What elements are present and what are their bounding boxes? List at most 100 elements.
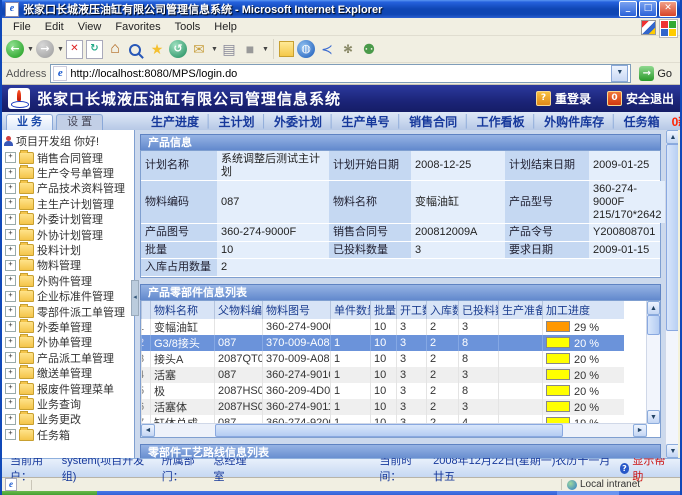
tree-item-9[interactable]: +企业标准件管理 bbox=[2, 289, 134, 304]
expand-plus-icon[interactable]: + bbox=[5, 275, 16, 286]
expand-plus-icon[interactable]: + bbox=[5, 152, 16, 163]
parts-horizontal-scrollbar[interactable]: ◄ ► bbox=[141, 423, 647, 437]
tree-item-6[interactable]: +投料计划 bbox=[2, 242, 134, 257]
refresh-button[interactable]: ↻ bbox=[86, 40, 103, 59]
expand-plus-icon[interactable]: + bbox=[5, 245, 16, 256]
tool-arrow-icon[interactable]: ≺ bbox=[318, 41, 336, 58]
expand-plus-icon[interactable]: + bbox=[5, 291, 16, 302]
menu-item-file[interactable]: File bbox=[6, 20, 38, 34]
tree-item-18[interactable]: +任务箱 bbox=[2, 427, 134, 442]
menu-item-help[interactable]: Help bbox=[207, 20, 244, 34]
nav-item-7[interactable]: 任务箱 bbox=[618, 113, 666, 130]
tree-item-14[interactable]: +缴送单管理 bbox=[2, 365, 134, 380]
parts-hscroll-thumb[interactable] bbox=[215, 424, 563, 437]
tree-item-0[interactable]: +销售合同管理 bbox=[2, 150, 134, 165]
address-input[interactable]: e http://localhost:8080/MPS/login.do ▼ bbox=[50, 64, 631, 83]
expand-plus-icon[interactable]: + bbox=[5, 260, 16, 271]
expand-plus-icon[interactable]: + bbox=[5, 368, 16, 379]
back-button[interactable]: ← bbox=[6, 40, 24, 58]
expand-plus-icon[interactable]: + bbox=[5, 337, 16, 348]
back-dropdown-icon[interactable]: ▼ bbox=[27, 46, 33, 53]
nav-item-0[interactable]: 生产进度 bbox=[145, 113, 205, 130]
table-row[interactable]: 1变幅油缸360-274-9000F1032329 % bbox=[142, 319, 624, 335]
tree-item-7[interactable]: +物料管理 bbox=[2, 258, 134, 273]
tree-item-8[interactable]: +外购件管理 bbox=[2, 273, 134, 288]
mail-icon[interactable]: ✉ bbox=[190, 41, 208, 58]
tree-item-15[interactable]: +报废件管理菜单 bbox=[2, 381, 134, 396]
mail-dropdown-icon[interactable]: ▼ bbox=[211, 46, 217, 53]
menu-item-favorites[interactable]: Favorites bbox=[108, 20, 167, 34]
tree-item-17[interactable]: +业务更改 bbox=[2, 412, 134, 427]
tree-item-5[interactable]: +外协计划管理 bbox=[2, 227, 134, 242]
stop-button[interactable]: ✕ bbox=[66, 40, 83, 59]
tree-item-16[interactable]: +业务查询 bbox=[2, 396, 134, 411]
tree-item-2[interactable]: +产品技术资料管理 bbox=[2, 181, 134, 196]
search-icon[interactable] bbox=[129, 44, 141, 56]
history-icon[interactable]: ↺ bbox=[169, 40, 187, 58]
table-row[interactable]: 5极2087HS002360-209-4D01011032820 % bbox=[142, 383, 624, 399]
forward-dropdown-icon[interactable]: ▼ bbox=[57, 46, 63, 53]
expand-plus-icon[interactable]: + bbox=[5, 229, 16, 240]
tree-item-11[interactable]: +外委单管理 bbox=[2, 319, 134, 334]
expand-plus-icon[interactable]: + bbox=[5, 214, 16, 225]
edit-icon[interactable]: ■ bbox=[241, 41, 259, 57]
table-row[interactable]: 3接头A2087QT002370-009-A085011032820 % bbox=[142, 351, 624, 367]
sidebar-collapse-handle[interactable]: ◂ bbox=[131, 280, 139, 316]
expand-plus-icon[interactable]: + bbox=[5, 352, 16, 363]
nav-item-5[interactable]: 工作看板 bbox=[471, 113, 531, 130]
address-dropdown-icon[interactable]: ▼ bbox=[611, 65, 628, 82]
expand-plus-icon[interactable]: + bbox=[5, 429, 16, 440]
bug-tool-icon[interactable]: 🞷 bbox=[339, 39, 357, 60]
forward-button[interactable]: → bbox=[36, 40, 54, 58]
expand-plus-icon[interactable]: + bbox=[5, 306, 16, 317]
expand-plus-icon[interactable]: + bbox=[5, 414, 16, 425]
nav-item-1[interactable]: 主计划 bbox=[213, 113, 261, 130]
tree-item-4[interactable]: +外委计划管理 bbox=[2, 212, 134, 227]
nav-item-3[interactable]: 生产单号 bbox=[336, 113, 396, 130]
favorites-star-icon[interactable]: ★ bbox=[148, 41, 166, 58]
relogin-button[interactable]: ? 重登录 bbox=[536, 90, 591, 107]
tree-item-12[interactable]: +外协单管理 bbox=[2, 335, 134, 350]
logout-button[interactable]: 0 安全退出 bbox=[607, 90, 674, 107]
expand-plus-icon[interactable]: + bbox=[5, 168, 16, 179]
parts-scroll-up-icon[interactable]: ▲ bbox=[647, 301, 660, 315]
parts-vertical-scrollbar[interactable]: ▲ ▼ bbox=[646, 301, 660, 424]
print-icon[interactable]: ▤ bbox=[220, 41, 238, 58]
expand-plus-icon[interactable]: + bbox=[5, 383, 16, 394]
tree-item-13[interactable]: +产品派工单管理 bbox=[2, 350, 134, 365]
brand-icon[interactable] bbox=[641, 20, 656, 35]
maximize-button[interactable]: □ bbox=[639, 1, 657, 17]
parts-scroll-thumb[interactable] bbox=[647, 315, 660, 335]
go-button[interactable]: → Go bbox=[635, 66, 676, 81]
nav-item-6[interactable]: 外购件库存 bbox=[538, 113, 610, 130]
globe-tool-icon[interactable]: ◍ bbox=[297, 40, 315, 58]
tree-item-10[interactable]: +零部件派工单管理 bbox=[2, 304, 134, 319]
minimize-button[interactable]: _ bbox=[619, 1, 637, 17]
tree-item-3[interactable]: +主生产计划管理 bbox=[2, 196, 134, 211]
home-button[interactable]: ⌂ bbox=[106, 40, 124, 58]
nav-item-2[interactable]: 外委计划 bbox=[268, 113, 328, 130]
parts-scroll-right-icon[interactable]: ► bbox=[633, 424, 647, 437]
start-button-sliver[interactable] bbox=[2, 491, 97, 495]
go-arrow-icon: → bbox=[639, 66, 654, 81]
tab-business[interactable]: 业 务 bbox=[6, 114, 53, 130]
expand-plus-icon[interactable]: + bbox=[5, 321, 16, 332]
discuss-icon[interactable] bbox=[279, 41, 294, 57]
expand-plus-icon[interactable]: + bbox=[5, 198, 16, 209]
close-button[interactable]: ✕ bbox=[659, 1, 677, 17]
tab-settings[interactable]: 设 置 bbox=[56, 114, 103, 130]
parts-scroll-left-icon[interactable]: ◄ bbox=[141, 424, 155, 437]
messenger-icon[interactable]: ⚉ bbox=[360, 41, 378, 58]
menu-item-tools[interactable]: Tools bbox=[168, 20, 208, 34]
table-row[interactable]: 6活塞体2087HS002360-274-9011W11032320 % bbox=[142, 399, 624, 415]
table-row[interactable]: 4活塞087360-274-9010F11032320 % bbox=[142, 367, 624, 383]
menu-item-view[interactable]: View bbox=[71, 20, 109, 34]
parts-scroll-down-icon[interactable]: ▼ bbox=[647, 410, 660, 424]
menu-item-edit[interactable]: Edit bbox=[38, 20, 71, 34]
edit-dropdown-icon[interactable]: ▼ bbox=[262, 46, 268, 53]
tree-item-1[interactable]: +生产令号单管理 bbox=[2, 165, 134, 180]
nav-item-4[interactable]: 销售合同 bbox=[403, 113, 463, 130]
expand-plus-icon[interactable]: + bbox=[5, 398, 16, 409]
table-row[interactable]: 2G3/8接头087370-009-A084011032820 % bbox=[142, 335, 624, 351]
expand-plus-icon[interactable]: + bbox=[5, 183, 16, 194]
